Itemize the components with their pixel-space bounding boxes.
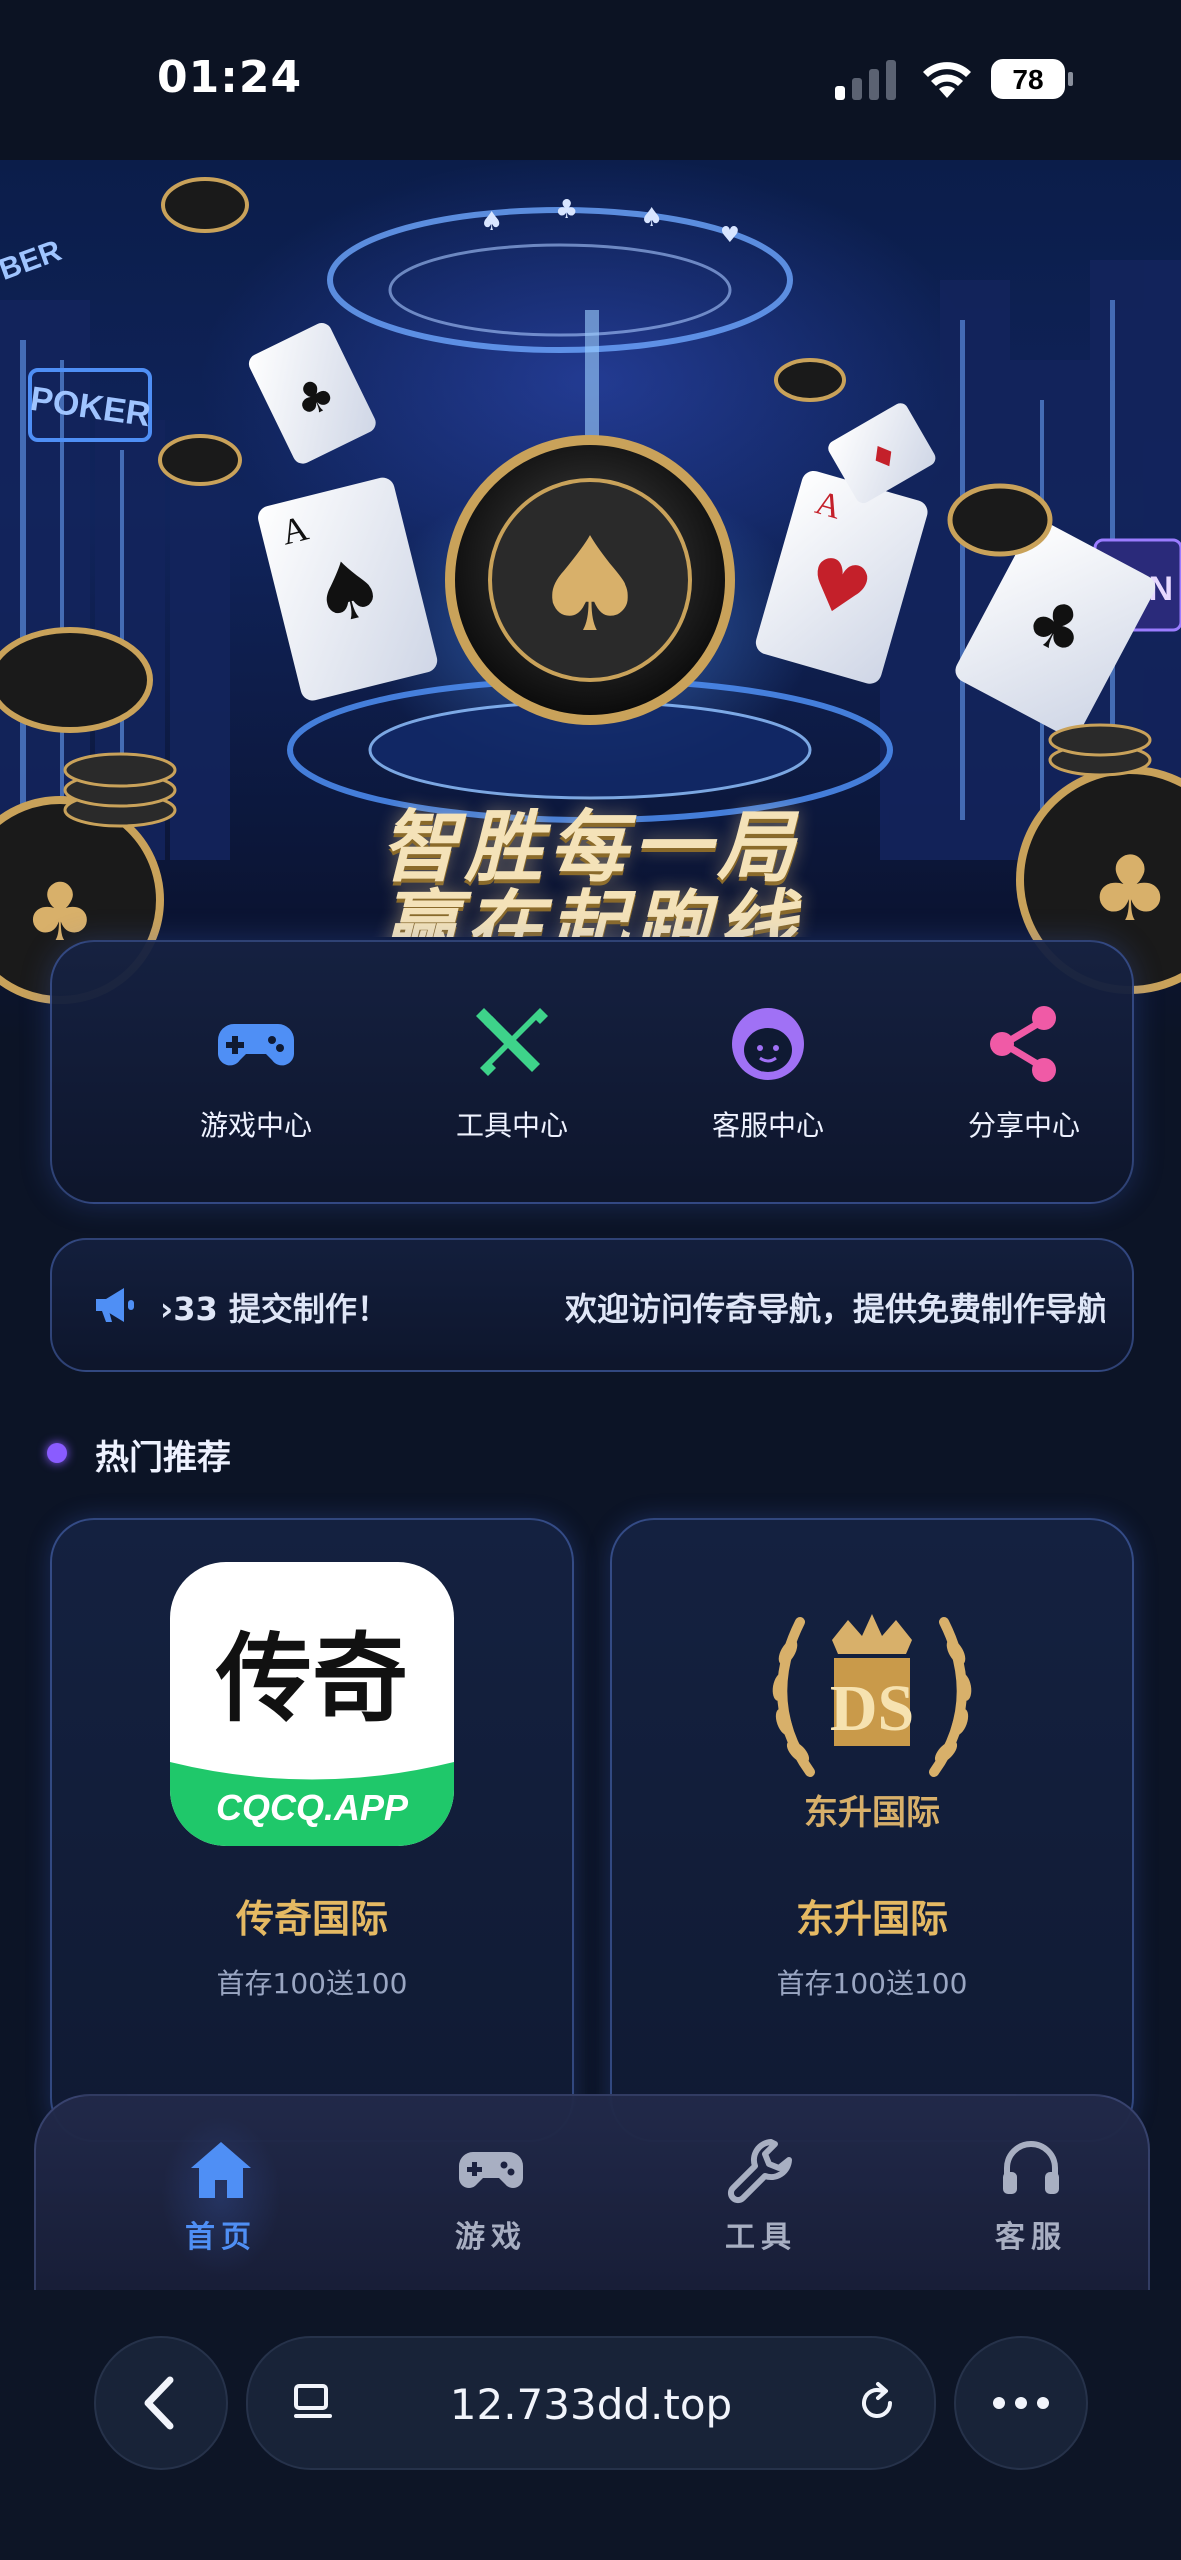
- quick-link-label: 工具中心: [455, 1109, 568, 1142]
- spade-emblem-icon: ♠: [532, 509, 649, 661]
- browser-back-button[interactable]: [94, 2336, 228, 2470]
- tab-label: 客服: [995, 2220, 1067, 2255]
- notice-track: ›33 提交制作！ 欢迎访问传奇导航，提供免费制作导航: [160, 1240, 1105, 1370]
- neon-sign-ber: BER: [0, 234, 66, 287]
- status-bar: 01:24 78: [0, 0, 1181, 160]
- browser-address-bar[interactable]: 12.733dd.top: [246, 2336, 936, 2470]
- support-agent-icon: [732, 1008, 804, 1080]
- tab-tools[interactable]: 工具: [681, 2136, 841, 2256]
- wifi-icon: [923, 62, 971, 98]
- svg-text:东升国际: 东升国际: [804, 1793, 940, 1833]
- tools-icon: [476, 1008, 548, 1076]
- tab-label: 游戏: [455, 2220, 527, 2255]
- wrench-icon: [727, 2139, 792, 2204]
- svg-text:♠: ♠: [640, 203, 663, 233]
- cellular-signal-icon: [835, 60, 896, 100]
- card-title: 东升国际: [795, 1897, 948, 1941]
- browser-url: 12.733dd.top: [449, 2380, 733, 2429]
- card-description: 首存100送100: [216, 1967, 408, 2000]
- section-bullet: [47, 1443, 67, 1463]
- svg-text:♣: ♣: [555, 195, 578, 225]
- notice-text-b: 欢迎访问传奇导航，提供免费制作导航: [565, 1290, 1105, 1328]
- tab-label: 工具: [725, 2220, 797, 2255]
- svg-text:78: 78: [1012, 64, 1043, 95]
- quick-link-support-center[interactable]: 客服中心: [668, 1002, 868, 1152]
- quick-link-tool-center[interactable]: 工具中心: [412, 1002, 612, 1152]
- svg-text:传奇: 传奇: [215, 1623, 408, 1735]
- home-icon: [191, 2142, 251, 2198]
- headset-icon: [1003, 2141, 1059, 2194]
- section-title: 热门推荐: [95, 1438, 231, 1478]
- gamepad-icon: [218, 1024, 294, 1066]
- tab-games[interactable]: 游戏: [411, 2136, 571, 2256]
- quick-link-label: 客服中心: [711, 1109, 824, 1142]
- svg-text:DS: DS: [830, 1672, 914, 1745]
- share-icon: [990, 1006, 1056, 1082]
- tab-label: 首页: [185, 2220, 257, 2255]
- browser-more-button[interactable]: [954, 2336, 1088, 2470]
- hero-slogan-line2: 赢在起跑线: [380, 883, 801, 937]
- tab-support[interactable]: 客服: [951, 2136, 1111, 2256]
- card-description: 首存100送100: [776, 1967, 968, 2000]
- chevron-left-icon: [144, 2376, 174, 2430]
- chuanqi-app-logo: 传奇 CQCQ.APP: [170, 1562, 454, 1846]
- tab-home[interactable]: 首页: [141, 2136, 301, 2256]
- quick-link-label: 游戏中心: [199, 1109, 312, 1142]
- dongsheng-crest-logo: DS 东升国际: [772, 1614, 972, 1833]
- quick-link-game-center[interactable]: 游戏中心: [156, 1002, 356, 1152]
- gamepad-icon: [459, 2152, 523, 2188]
- recommend-card-dongsheng[interactable]: DS 东升国际 东升国际 首存100送100: [610, 1518, 1134, 2142]
- quick-links-panel: 游戏中心 工具中心 客服中心 分享中心: [50, 940, 1134, 1204]
- battery-icon: 78: [991, 59, 1073, 99]
- recommend-card-chuanqi[interactable]: 传奇 CQCQ.APP 传奇国际 首存100送100: [50, 1518, 574, 2142]
- quick-link-share-center[interactable]: 分享中心: [924, 1002, 1124, 1152]
- megaphone-icon: [96, 1288, 134, 1322]
- reload-icon[interactable]: [854, 2380, 900, 2426]
- hero-banner[interactable]: POKER BER WIN ♠ ♣ ♠ ♥ ♠ A ♠ A ♥: [0, 160, 1181, 1040]
- status-time: 01:24: [157, 52, 303, 103]
- svg-text:♥: ♥: [720, 223, 740, 248]
- svg-text:CQCQ.APP: CQCQ.APP: [216, 1787, 409, 1828]
- quick-link-label: 分享中心: [967, 1109, 1080, 1142]
- card-title: 传奇国际: [235, 1897, 388, 1941]
- bottom-tab-bar: 首页 游戏 工具 客服: [34, 2094, 1150, 2292]
- notice-text-a: ›33 提交制作！: [160, 1290, 389, 1328]
- more-dots-icon: [993, 2397, 1049, 2409]
- notice-marquee[interactable]: ›33 提交制作！ 欢迎访问传奇导航，提供免费制作导航: [50, 1238, 1134, 1372]
- svg-text:♠: ♠: [480, 207, 503, 237]
